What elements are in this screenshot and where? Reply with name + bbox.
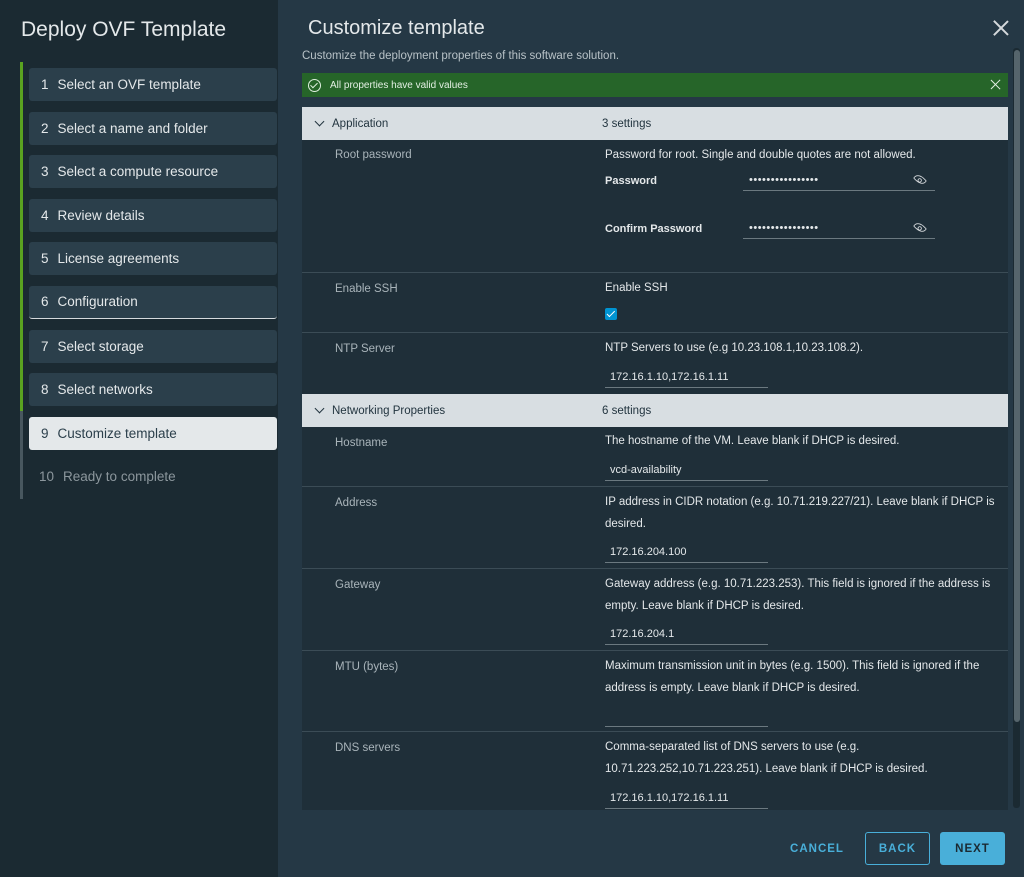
password-input[interactable]: •••••••••••••••• <box>743 169 935 191</box>
step-label: Configuration <box>57 294 138 310</box>
next-button[interactable]: NEXT <box>940 832 1005 865</box>
property-label: Hostname <box>335 437 388 449</box>
properties-list: Application 3 settings Root password Pas… <box>302 107 1008 810</box>
property-label: DNS servers <box>335 742 401 754</box>
chevron-down-icon <box>314 403 325 414</box>
ntp-server-input[interactable]: 172.16.1.10,172.16.1.11 <box>605 366 768 388</box>
wizard-step-5[interactable]: 5 License agreements <box>29 242 277 276</box>
password-label: Password <box>605 175 657 187</box>
mtu-input[interactable] <box>605 705 768 727</box>
property-enable-ssh: Enable SSH Enable SSH <box>302 273 1008 333</box>
wizard-step-8[interactable]: 8 Select networks <box>29 373 277 407</box>
eye-icon[interactable] <box>913 172 927 187</box>
wizard-step-10: 10 Ready to complete <box>29 460 277 493</box>
main-panel: Customize template Customize the deploym… <box>278 0 1024 877</box>
step-label: Select a compute resource <box>57 164 219 180</box>
property-label: NTP Server <box>335 343 395 355</box>
progress-fill <box>20 62 23 411</box>
step-number: 1 <box>41 77 49 92</box>
wizard-steps: 1 Select an OVF template 2 Select a name a… <box>29 68 277 504</box>
chevron-down-icon <box>314 116 325 127</box>
property-label: MTU (bytes) <box>335 661 399 673</box>
step-label: Customize template <box>57 425 177 441</box>
property-description: IP address in CIDR notation (e.g. 10.71.… <box>605 496 995 530</box>
property-dns-servers: DNS servers Comma-separated list of DNS … <box>302 732 1008 810</box>
step-label: License agreements <box>57 251 180 267</box>
group-count: 3 settings <box>602 117 652 130</box>
property-label: Address <box>335 497 378 509</box>
wizard-step-4[interactable]: 4 Review details <box>29 198 277 232</box>
cancel-button[interactable]: CANCEL <box>782 832 852 865</box>
step-number: 2 <box>41 120 49 136</box>
close-icon[interactable] <box>992 19 1010 37</box>
step-label: Review details <box>57 207 145 223</box>
property-description: Password for root. Single and double quo… <box>605 149 916 161</box>
property-description: Gateway address (e.g. 10.71.223.253). Th… <box>605 578 991 612</box>
wizard-step-7[interactable]: 7 Select storage <box>29 329 277 363</box>
back-button[interactable]: BACK <box>865 832 930 865</box>
wizard-step-1[interactable]: 1 Select an OVF template <box>29 68 277 101</box>
step-number: 8 <box>41 382 49 398</box>
wizard-step-3[interactable]: 3 Select a compute resource <box>29 155 277 189</box>
eye-icon[interactable] <box>913 220 927 235</box>
password-value: •••••••••••••••• <box>749 173 819 186</box>
group-count: 6 settings <box>602 404 652 417</box>
step-number: 6 <box>41 294 49 310</box>
step-number: 5 <box>41 251 49 267</box>
step-number: 9 <box>41 425 49 441</box>
step-label: Select networks <box>57 382 153 398</box>
wizard-title: Deploy OVF Template <box>21 18 227 41</box>
wizard-step-6[interactable]: 6 Configuration <box>29 285 277 319</box>
wizard-step-2[interactable]: 2 Select a name and folder <box>29 111 277 145</box>
property-root-password: Root password Password for root. Single … <box>302 140 1008 273</box>
step-label: Ready to complete <box>63 469 176 485</box>
page-subtitle: Customize the deployment properties of t… <box>302 50 620 62</box>
wizard-step-9[interactable]: 9 Customize template <box>29 416 277 450</box>
step-label: Select an OVF template <box>57 77 201 92</box>
property-hostname: Hostname The hostname of the VM. Leave b… <box>302 427 1008 487</box>
property-address: Address IP address in CIDR notation (e.g… <box>302 487 1008 569</box>
alert-text: All properties have valid values <box>330 79 468 91</box>
hostname-input[interactable]: vcd-availability <box>605 459 768 481</box>
property-description: Comma-separated list of DNS servers to u… <box>605 741 928 775</box>
check-circle-icon <box>308 78 321 92</box>
step-number: 4 <box>41 207 49 223</box>
step-number: 3 <box>41 164 49 180</box>
confirm-password-value: •••••••••••••••• <box>749 221 819 234</box>
wizard-panel: Deploy OVF Template 1 Select an OVF templ… <box>0 0 278 877</box>
success-alert: All properties have valid values <box>302 73 1008 97</box>
step-number: 10 <box>39 469 55 485</box>
group-header-application[interactable]: Application 3 settings <box>302 107 1008 140</box>
page-title: Customize template <box>308 17 485 39</box>
property-mtu: MTU (bytes) Maximum transmission unit in… <box>302 651 1008 732</box>
step-label: Select storage <box>57 338 144 354</box>
alert-close-icon[interactable] <box>990 79 1001 90</box>
confirm-password-input[interactable]: •••••••••••••••• <box>743 217 935 239</box>
property-label: Gateway <box>335 579 381 591</box>
group-title: Networking Properties <box>332 404 446 417</box>
dns-servers-input[interactable]: 172.16.1.10,172.16.1.11 <box>605 787 768 809</box>
property-description: Enable SSH <box>605 282 668 294</box>
property-description: NTP Servers to use (e.g 10.23.108.1,10.2… <box>605 342 864 354</box>
group-title: Application <box>332 117 389 130</box>
step-label: Select a name and folder <box>57 120 208 136</box>
property-ntp-server: NTP Server NTP Servers to use (e.g 10.23… <box>302 333 1008 394</box>
property-description: Maximum transmission unit in bytes (e.g.… <box>605 660 980 694</box>
property-gateway: Gateway Gateway address (e.g. 10.71.223.… <box>302 569 1008 651</box>
address-input[interactable]: 172.16.204.100 <box>605 541 768 563</box>
confirm-password-label: Confirm Password <box>605 223 703 235</box>
group-header-networking[interactable]: Networking Properties 6 settings <box>302 394 1008 427</box>
property-label: Enable SSH <box>335 283 398 295</box>
gateway-input[interactable]: 172.16.204.1 <box>605 623 768 645</box>
scrollbar-thumb[interactable] <box>1014 50 1020 722</box>
step-number: 7 <box>41 338 49 354</box>
enable-ssh-checkbox[interactable] <box>605 308 617 320</box>
property-label: Root password <box>335 149 412 161</box>
property-description: The hostname of the VM. Leave blank if D… <box>605 435 900 447</box>
